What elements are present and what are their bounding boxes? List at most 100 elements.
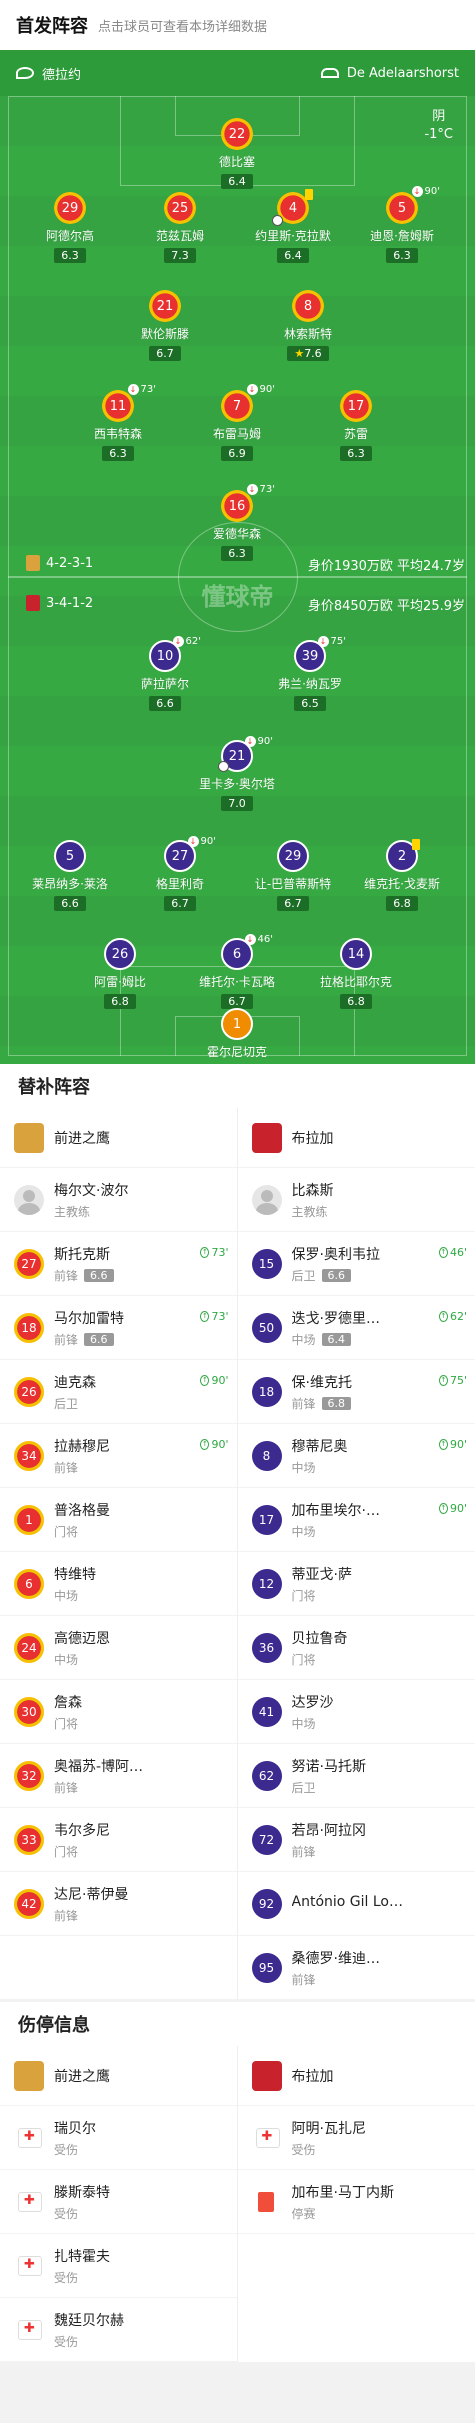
home-player[interactable]: 4 约里斯·克拉默 6.4 — [238, 189, 348, 263]
away-player[interactable]: 2 维克托·戈麦斯 6.8 — [347, 839, 457, 911]
sub-player-row[interactable]: 30 詹森 门将 — [0, 1680, 237, 1744]
sub-player-row[interactable]: 50 迭戈·罗德里… 中场 6.4 ↑ 62' — [237, 1296, 475, 1360]
sub-player-row[interactable]: 32 奥福苏-博阿… 前锋 — [0, 1744, 237, 1808]
injury-row[interactable]: 魏廷贝尔赫受伤 — [0, 2298, 237, 2362]
player-rating: 6.3 — [102, 446, 134, 461]
injuries-home-team[interactable]: 前进之鹰 — [0, 2046, 237, 2106]
home-player[interactable]: 22 德比塞 6.4 — [182, 118, 292, 189]
home-player[interactable]: 11 ↓ 73' 西韦特森 6.3 — [63, 384, 173, 461]
injury-row[interactable]: 扎特霍夫受伤 — [0, 2234, 237, 2298]
away-player[interactable]: 14 拉格比耶尔克 6.8 — [301, 938, 411, 1009]
away-player[interactable]: 5 莱昂纳多·莱洛 6.6 — [15, 840, 125, 911]
player-name: 弗兰·纳瓦罗 — [278, 677, 342, 691]
subs-home-team[interactable]: 前进之鹰 — [0, 1108, 237, 1168]
away-player[interactable]: 6 ↓ 46' 维托尔·卡瓦略 6.7 — [182, 934, 292, 1009]
sub-player-position-line: 前锋 6.6 — [54, 1267, 114, 1284]
away-coach-role: 主教练 — [291, 1204, 328, 1219]
injuries-away-team[interactable]: 布拉加 — [237, 2046, 475, 2106]
home-player[interactable]: 17 苏雷 6.3 — [301, 390, 411, 461]
sub-player-info: 奥福苏-博阿… 前锋 — [54, 1756, 143, 1796]
home-player[interactable]: 21 默伦斯滕 6.7 — [110, 290, 220, 361]
sub-off-icon: ↓ — [172, 636, 184, 647]
sub-player-row[interactable]: 12 蒂亚戈·萨 门将 — [237, 1552, 475, 1616]
sub-player-row[interactable]: 33 韦尔多尼 门将 — [0, 1808, 237, 1872]
sub-player-row[interactable]: 6 特维特 中场 — [0, 1552, 237, 1616]
home-player[interactable]: 7 ↓ 90' 布雷马姆 6.9 — [182, 384, 292, 461]
sub-off-time: 90' — [257, 736, 273, 747]
player-number: 6 ↓ 46' — [221, 934, 273, 970]
sub-player-row[interactable]: 15 保罗·奥利韦拉 后卫 6.6 ↑ 46' — [237, 1232, 475, 1296]
sub-player-row[interactable]: 26 迪克森 后卫 ↑ 90' — [0, 1360, 237, 1424]
sub-off-marker: ↓ 90' — [244, 736, 273, 747]
sub-player-position: 门将 — [291, 1588, 316, 1603]
sub-off-time: 46' — [257, 934, 273, 945]
sub-player-row[interactable]: 92 António Gil Lo… — [237, 1872, 475, 1936]
away-player[interactable]: 26 阿雷·姆比 6.8 — [65, 938, 175, 1009]
away-player[interactable]: 27 ↓ 90' 格里利奇 6.7 — [125, 836, 235, 911]
away-player[interactable]: 29 让-巴普蒂斯特 6.7 — [238, 840, 348, 911]
sub-player-position-line: 门将 — [292, 1587, 352, 1604]
sub-player-name: 蒂亚戈·萨 — [291, 1566, 352, 1583]
player-name: 德比塞 — [218, 155, 255, 169]
sub-player-row[interactable]: 41 达罗沙 中场 — [237, 1680, 475, 1744]
player-number: 17 — [340, 390, 372, 422]
player-rating: 6.3 — [54, 248, 86, 263]
sub-player-row[interactable]: 18 马尔加雷特 前锋 6.6 ↑ 73' — [0, 1296, 237, 1360]
sub-player-name: 保·维克托 — [291, 1374, 352, 1391]
player-rating: 6.5 — [294, 696, 326, 711]
sub-player-name: 马尔加雷特 — [54, 1310, 124, 1327]
sub-player-info: 迭戈·罗德里… 中场 6.4 — [292, 1308, 380, 1348]
sub-player-info: 斯托克斯 前锋 6.6 — [54, 1244, 114, 1284]
sub-player-row[interactable]: 42 达尼·蒂伊曼 前锋 — [0, 1872, 237, 1936]
sub-player-name: 达罗沙 — [291, 1694, 334, 1711]
home-formation-text: 4-2-3-1 — [46, 555, 94, 571]
player-name: 霍尔尼切克 — [206, 1045, 267, 1059]
sub-off-time: 90' — [259, 384, 275, 395]
sub-in-time-text: 90' — [449, 1502, 467, 1515]
sub-in-time: ↑ 73' — [200, 1246, 229, 1259]
player-rating: 6.6 — [54, 896, 86, 911]
injury-row[interactable]: 加布里·马丁内斯 停赛 — [237, 2170, 475, 2234]
sub-player-row[interactable]: 1 普洛格曼 门将 — [0, 1488, 237, 1552]
player-rating: 6.4 — [221, 174, 253, 189]
sub-player-row[interactable]: 62 努诺·马托斯 后卫 — [237, 1744, 475, 1808]
injury-row[interactable]: 滕斯泰特受伤 — [0, 2170, 237, 2234]
away-player[interactable]: 10 ↓ 62' 萨拉萨尔 6.6 — [110, 636, 220, 711]
away-player[interactable]: 39 ↓ 75' 弗兰·纳瓦罗 6.5 — [255, 636, 365, 711]
home-player[interactable]: 5 ↓ 90' 迪恩·詹姆斯 6.3 — [347, 186, 457, 263]
home-coach[interactable]: 梅尔文·波尔 主教练 — [0, 1168, 237, 1232]
away-player[interactable]: 21 ↓ 90' 里卡多·奥尔塔 7.0 — [182, 736, 292, 811]
sub-player-row[interactable]: 17 加布里埃尔·… 中场 ↑ 90' — [237, 1488, 475, 1552]
away-coach[interactable]: 比森斯 主教练 — [237, 1168, 475, 1232]
sub-player-position-line: 前锋 6.8 — [292, 1395, 352, 1412]
player-name: 苏雷 — [343, 427, 368, 441]
injury-row[interactable]: 阿明·瓦扎尼受伤 — [237, 2106, 475, 2170]
sub-off-icon: ↓ — [244, 934, 256, 945]
sub-player-row[interactable]: 34 拉赫穆尼 前锋 ↑ 90' — [0, 1424, 237, 1488]
sub-off-marker: ↓ 75' — [317, 636, 346, 647]
sub-player-rating: 6.6 — [84, 1268, 114, 1282]
sub-player-row[interactable]: 36 贝拉鲁奇 门将 — [237, 1616, 475, 1680]
home-player[interactable]: 8 林索斯特 ★7.6 — [253, 290, 363, 361]
sub-player-row[interactable]: 24 高德迈恩 中场 — [0, 1616, 237, 1680]
home-player[interactable]: 25 范兹瓦姆 7.3 — [125, 192, 235, 263]
sub-player-row[interactable]: 95 桑德罗·维迪… 前锋 — [237, 1936, 475, 2000]
player-name: 迪恩·詹姆斯 — [370, 229, 434, 243]
sub-player-number: 92 — [251, 1888, 282, 1919]
sub-player-row[interactable]: 72 若昂·阿拉冈 前锋 — [237, 1808, 475, 1872]
player-rating-value: 6.8 — [111, 995, 129, 1008]
home-player[interactable]: 16 ↓ 73' 爱德华森 6.3 — [182, 484, 292, 561]
sub-player-row[interactable]: 27 斯托克斯 前锋 6.6 ↑ 73' — [0, 1232, 237, 1296]
sub-player-row[interactable]: 8 穆蒂尼奥 中场 ↑ 90' — [237, 1424, 475, 1488]
injured-player-name: 瑞贝尔 — [54, 2120, 96, 2137]
sub-player-name: 达尼·蒂伊曼 — [54, 1886, 129, 1903]
sub-player-row[interactable]: 18 保·维克托 前锋 6.8 ↑ 75' — [237, 1360, 475, 1424]
away-player[interactable]: 1霍尔尼切克6.4 — [182, 1008, 292, 1064]
home-player[interactable]: 29 阿德尔高 6.3 — [15, 192, 125, 263]
subs-away-team[interactable]: 布拉加 — [237, 1108, 475, 1168]
injury-row[interactable]: 瑞贝尔受伤 — [0, 2106, 237, 2170]
injuries-away-team-name: 布拉加 — [291, 2068, 334, 2085]
sub-in-time: ↑ 90' — [200, 1438, 229, 1451]
sub-off-icon: ↓ — [317, 636, 329, 647]
sub-player-position-line: 中场 — [292, 1459, 348, 1476]
